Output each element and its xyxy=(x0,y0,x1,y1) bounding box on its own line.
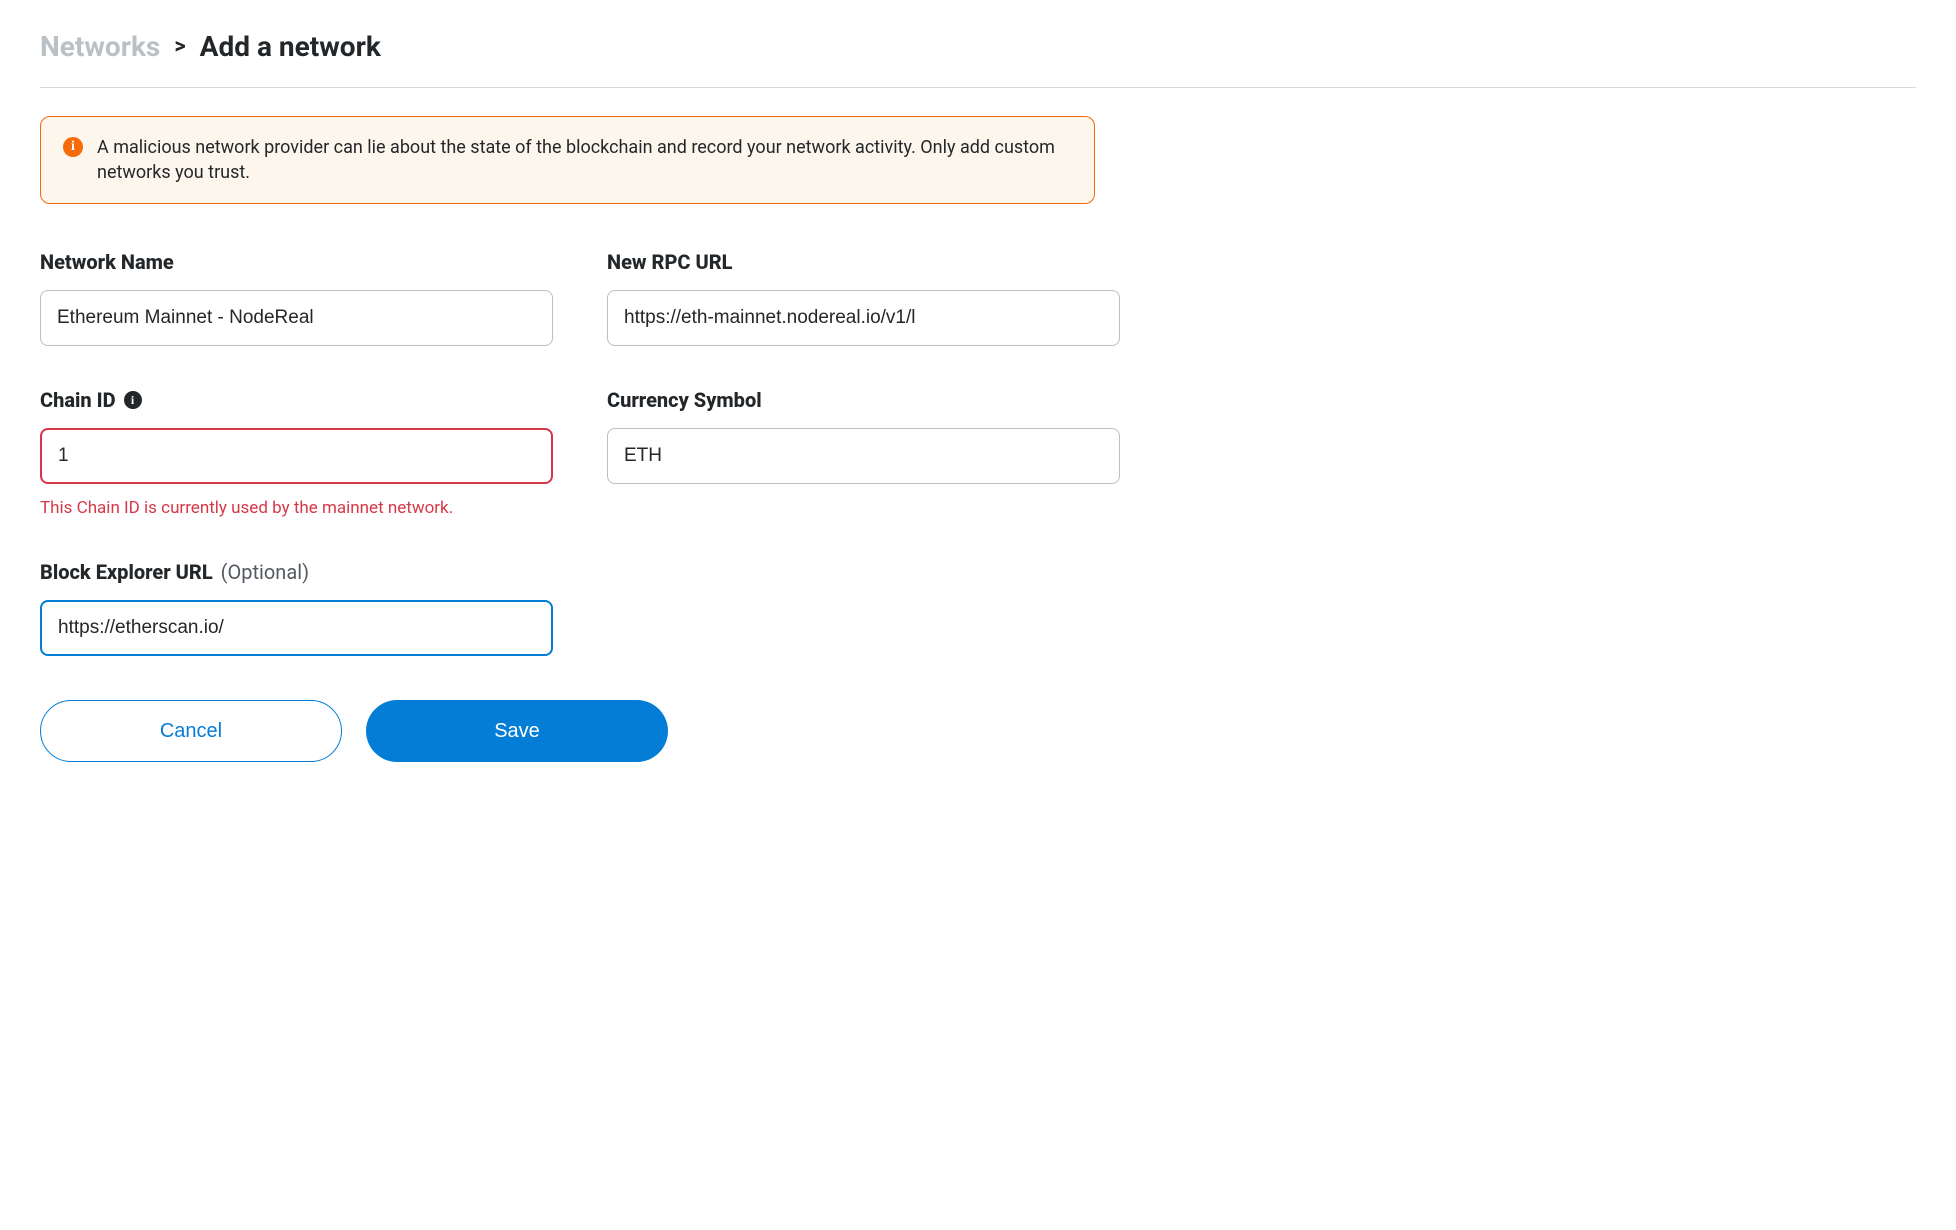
chevron-right-icon: > xyxy=(174,34,185,59)
label-chain-id-text: Chain ID xyxy=(40,388,116,412)
save-button[interactable]: Save xyxy=(366,700,668,762)
warning-banner: i A malicious network provider can lie a… xyxy=(40,116,1095,204)
breadcrumb-root[interactable]: Networks xyxy=(40,30,160,63)
cancel-button[interactable]: Cancel xyxy=(40,700,342,762)
divider xyxy=(40,87,1916,88)
info-icon[interactable]: i xyxy=(124,391,142,409)
breadcrumb: Networks > Add a network xyxy=(40,30,1916,63)
info-icon: i xyxy=(63,137,83,157)
label-network-name: Network Name xyxy=(40,250,553,274)
network-name-input[interactable] xyxy=(40,290,553,346)
rpc-url-input[interactable] xyxy=(607,290,1120,346)
label-block-explorer-optional: (Optional) xyxy=(221,560,309,584)
warning-text: A malicious network provider can lie abo… xyxy=(97,135,1072,185)
field-block-explorer: Block Explorer URL (Optional) xyxy=(40,560,553,656)
label-currency-symbol: Currency Symbol xyxy=(607,388,1120,412)
field-rpc-url: New RPC URL xyxy=(607,250,1120,346)
field-chain-id: Chain ID i This Chain ID is currently us… xyxy=(40,388,553,518)
field-network-name: Network Name xyxy=(40,250,553,346)
block-explorer-input[interactable] xyxy=(40,600,553,656)
network-form: Network Name New RPC URL Chain ID i This… xyxy=(40,250,1120,656)
chain-id-error: This Chain ID is currently used by the m… xyxy=(40,498,553,518)
form-actions: Cancel Save xyxy=(40,700,1916,762)
field-currency-symbol: Currency Symbol xyxy=(607,388,1120,518)
label-rpc-url: New RPC URL xyxy=(607,250,1120,274)
label-block-explorer: Block Explorer URL (Optional) xyxy=(40,560,553,584)
label-chain-id: Chain ID i xyxy=(40,388,553,412)
label-block-explorer-text: Block Explorer URL xyxy=(40,560,213,584)
currency-symbol-input[interactable] xyxy=(607,428,1120,484)
breadcrumb-current: Add a network xyxy=(200,30,381,63)
chain-id-input[interactable] xyxy=(40,428,553,484)
